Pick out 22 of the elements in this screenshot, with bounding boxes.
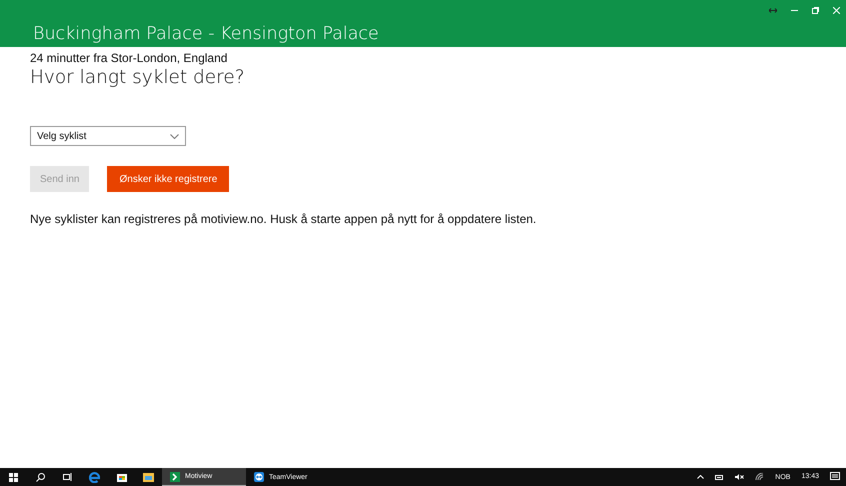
folder-icon[interactable] <box>143 472 154 482</box>
page-heading: Hvor langt syklet dere? <box>30 67 246 88</box>
decline-button[interactable]: Ønsker ikke registrere <box>107 166 230 192</box>
chevron-up-icon[interactable] <box>697 475 704 479</box>
speaker-muted-icon[interactable] <box>735 474 744 480</box>
window-title: Buckingham Palace - Kensington Palace <box>33 24 379 44</box>
task-view-icon[interactable] <box>63 473 72 481</box>
battery-icon[interactable] <box>715 474 724 480</box>
resize-icon[interactable] <box>769 8 777 12</box>
cyclist-dropdown[interactable]: Velg syklist <box>30 126 186 146</box>
double-arrow-logo-icon <box>254 472 264 482</box>
subtitle: 24 minutter fra Stor-London, England <box>30 51 228 65</box>
info-text: Nye syklister kan registreres på motiview.no. Husk å starte appen på nytt for å oppdatere listen. <box>30 212 538 226</box>
close-icon[interactable] <box>833 6 840 14</box>
wifi-icon[interactable] <box>755 473 764 481</box>
browser-e-icon[interactable] <box>89 472 100 482</box>
restore-icon[interactable] <box>812 6 819 14</box>
chevron-icon <box>170 134 179 138</box>
windows-start-icon[interactable] <box>9 472 18 482</box>
chevron-logo-icon <box>170 472 180 482</box>
search-icon[interactable] <box>36 472 45 482</box>
notification-icon[interactable] <box>830 472 840 482</box>
